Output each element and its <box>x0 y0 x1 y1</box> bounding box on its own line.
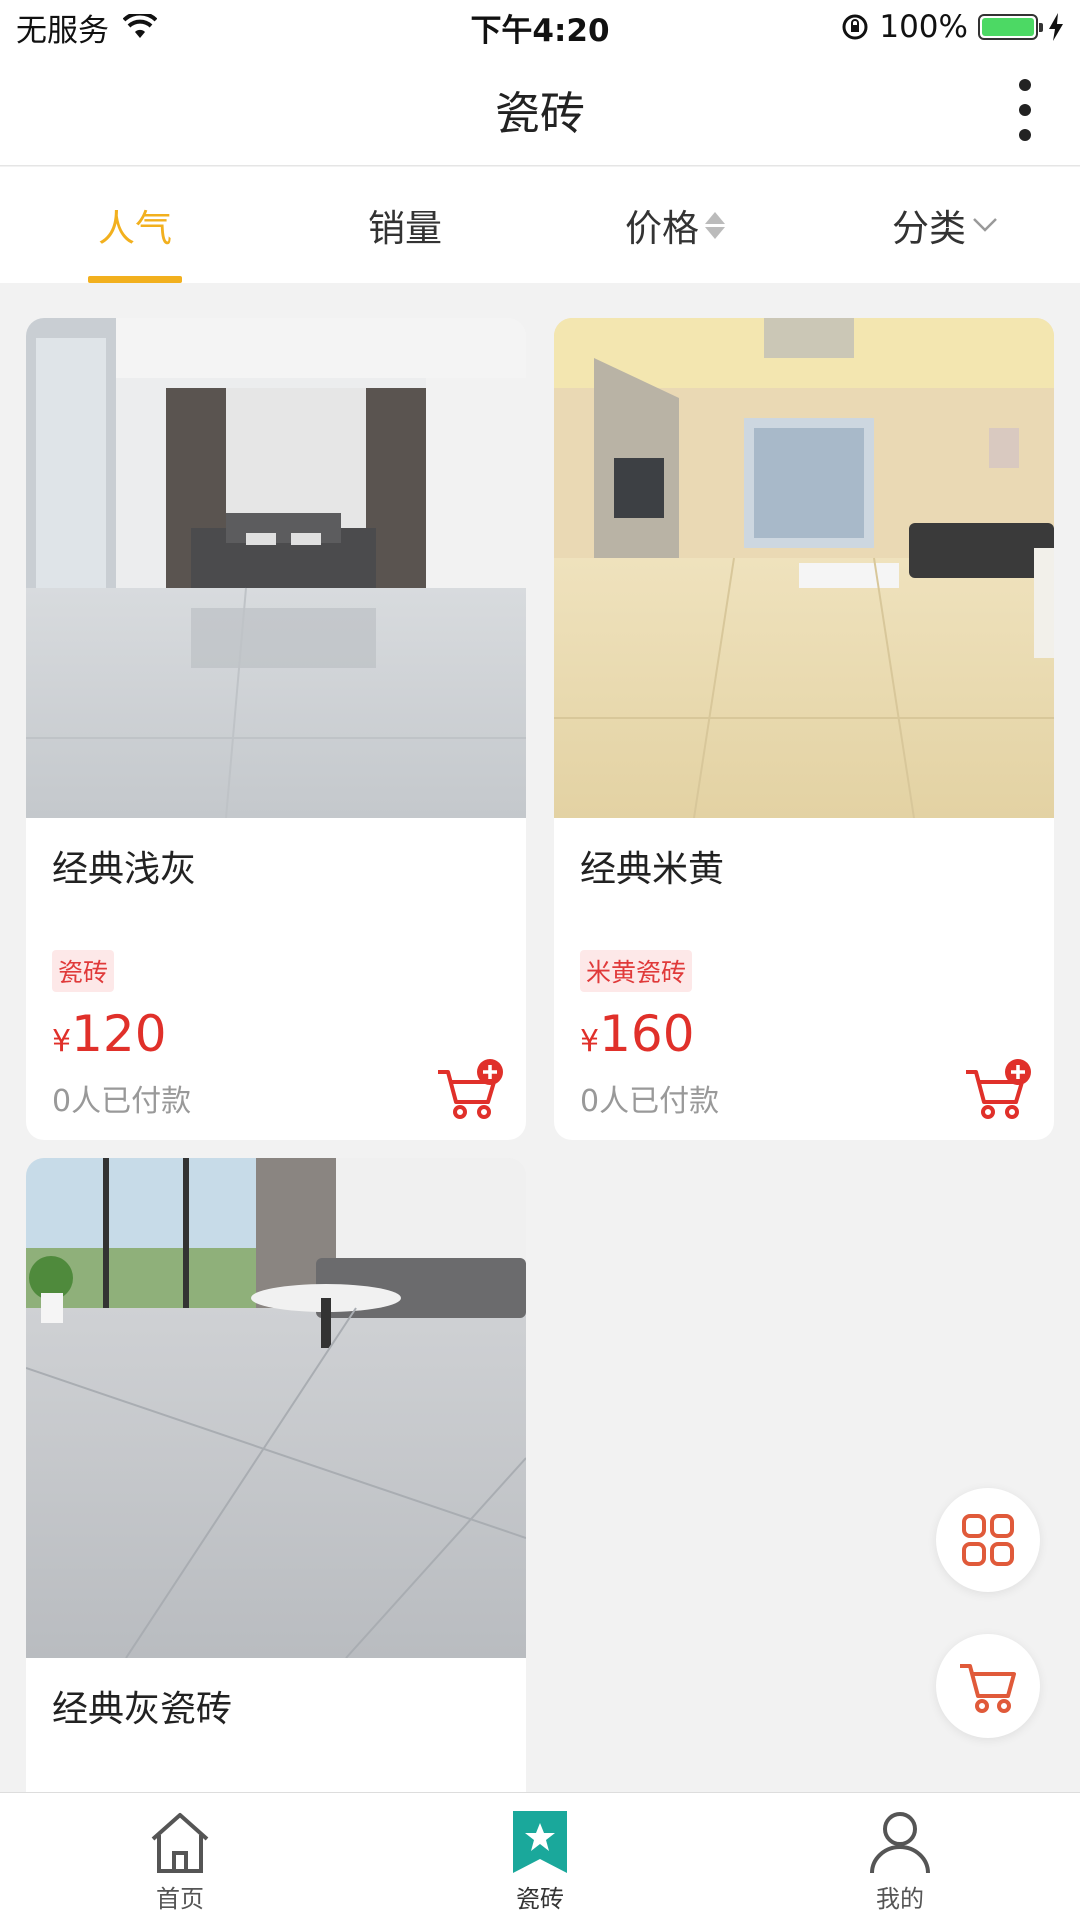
sort-updown-icon <box>705 211 725 239</box>
tab-profile[interactable]: 我的 <box>720 1793 1080 1920</box>
product-price: ¥160 <box>580 1006 1028 1070</box>
bottom-tab-bar: 首页 瓷砖 我的 <box>0 1792 1080 1920</box>
status-time: 下午4:20 <box>470 12 610 49</box>
sort-tab-label: 分类 <box>892 207 966 250</box>
product-image <box>554 318 1054 818</box>
currency-symbol: ¥ <box>580 1024 600 1059</box>
tab-label: 瓷砖 <box>516 1885 564 1913</box>
sort-tab-sales[interactable]: 销量 <box>270 167 540 283</box>
more-dots-icon <box>1019 79 1031 91</box>
charging-bolt-icon <box>1049 13 1063 41</box>
home-icon <box>151 1813 209 1873</box>
product-title: 经典灰瓷砖 <box>52 1689 233 1730</box>
sort-tab-popularity[interactable]: 人气 <box>0 167 270 283</box>
product-image <box>26 318 526 818</box>
cart-button[interactable] <box>936 1634 1040 1738</box>
page-title: 瓷砖 <box>494 87 585 140</box>
tab-tiles[interactable]: 瓷砖 <box>360 1793 720 1920</box>
product-tag: 瓷砖 <box>52 950 115 992</box>
sort-tab-label: 价格 <box>625 207 699 250</box>
product-card[interactable]: 经典灰瓷砖 <box>26 1158 526 1798</box>
sort-tabs: 人气 销量 价格 分类 <box>0 167 1080 283</box>
nav-bar: 瓷砖 <box>0 54 1080 166</box>
category-grid-button[interactable] <box>936 1488 1040 1592</box>
wifi-icon <box>123 14 157 38</box>
sort-tab-category[interactable]: 分类 <box>810 167 1080 283</box>
product-card[interactable]: 经典米黄 米黄瓷砖 ¥160 0人已付款 <box>554 318 1054 1140</box>
status-bar: 无服务 下午4:20 100% <box>0 0 1080 54</box>
tab-label: 首页 <box>156 1885 204 1913</box>
sold-count: 0人已付款 <box>580 1084 720 1119</box>
add-to-cart-icon[interactable] <box>436 1058 506 1122</box>
sort-tab-price[interactable]: 价格 <box>540 167 810 283</box>
battery-icon <box>978 14 1043 40</box>
sort-tab-label: 销量 <box>368 207 442 250</box>
cart-icon <box>960 1664 1016 1713</box>
currency-symbol: ¥ <box>52 1024 72 1059</box>
carrier-label: 无服务 <box>16 12 109 49</box>
sort-tab-label: 人气 <box>98 207 172 250</box>
sold-count: 0人已付款 <box>52 1084 192 1119</box>
chevron-down-icon <box>973 218 997 232</box>
product-tag: 米黄瓷砖 <box>580 950 693 992</box>
more-dot <box>1019 129 1031 141</box>
tab-home[interactable]: 首页 <box>0 1793 360 1920</box>
add-to-cart-icon[interactable] <box>964 1058 1034 1122</box>
tab-label: 我的 <box>876 1885 924 1913</box>
price-value: 160 <box>599 1005 695 1063</box>
price-value: 120 <box>71 1005 167 1063</box>
product-price: ¥120 <box>52 1006 500 1070</box>
user-icon <box>870 1812 930 1874</box>
product-title: 经典浅灰 <box>52 849 197 890</box>
battery-percent: 100% <box>879 9 968 45</box>
product-image <box>26 1158 526 1658</box>
more-menu-button[interactable] <box>990 70 1060 150</box>
product-card[interactable]: 经典浅灰 瓷砖 ¥120 0人已付款 <box>26 318 526 1140</box>
more-dot <box>1019 104 1031 116</box>
grid-icon <box>962 1514 1014 1566</box>
orientation-lock-icon <box>842 14 868 40</box>
product-title: 经典米黄 <box>580 849 725 890</box>
star-bookmark-icon <box>513 1811 567 1873</box>
